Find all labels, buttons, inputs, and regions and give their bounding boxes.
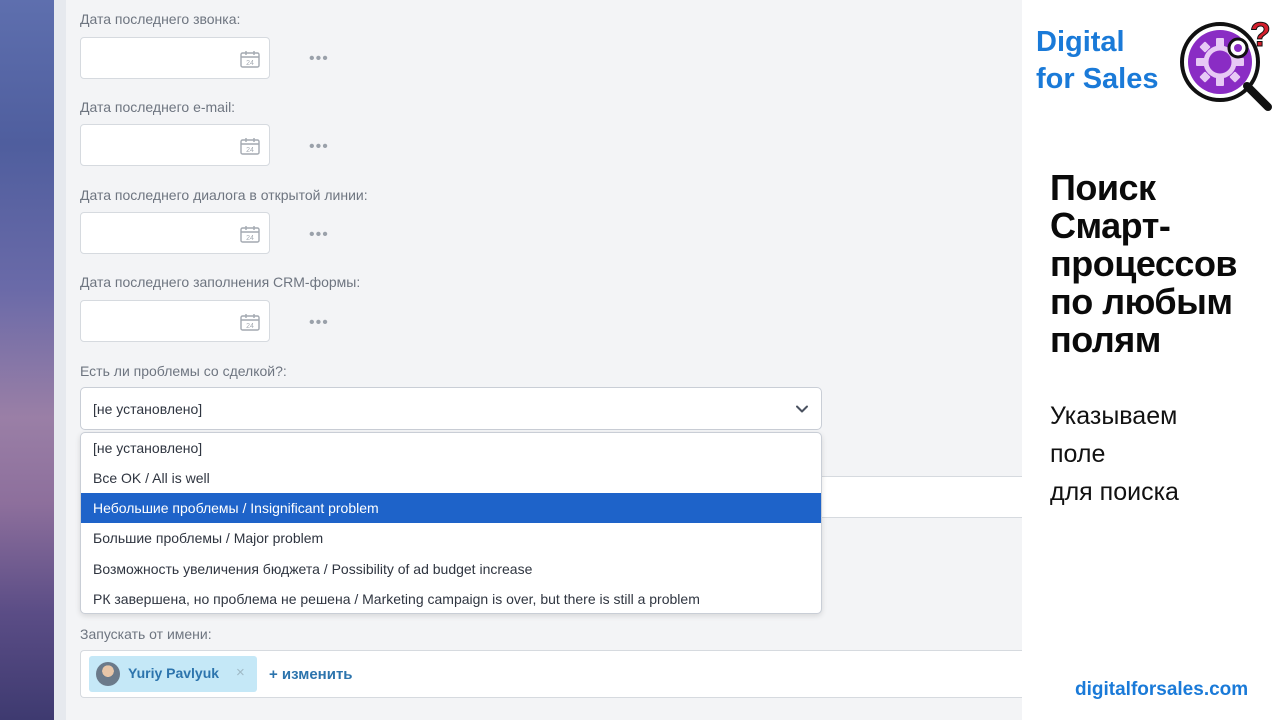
calendar-icon[interactable]: 24 <box>240 313 260 331</box>
last-email-date-input[interactable]: 24 <box>80 124 270 166</box>
promo-title-line: процессов <box>1050 243 1238 284</box>
last-crm-form-date-input[interactable]: 24 <box>80 300 270 342</box>
chevron-down-icon[interactable] <box>795 402 809 416</box>
promo-title-line: Поиск <box>1050 167 1156 208</box>
promo-title-line: полям <box>1050 319 1161 360</box>
last-call-date-label: Дата последнего звонка: <box>80 11 241 27</box>
calendar-icon[interactable]: 24 <box>240 137 260 155</box>
calendar-day-label: 24 <box>246 235 254 242</box>
calendar-icon[interactable]: 24 <box>240 225 260 243</box>
calendar-day-label: 24 <box>246 323 254 330</box>
dropdown-option[interactable]: РК завершена, но проблема не решена / Ma… <box>81 584 821 613</box>
run-as-label: Запускать от имени: <box>80 626 212 642</box>
background-strip <box>0 0 54 720</box>
deal-problem-dropdown: [не установлено] Все OK / All is well Не… <box>80 432 822 614</box>
dropdown-option[interactable]: Все OK / All is well <box>81 463 821 493</box>
user-chip-name: Yuriy Pavlyuk <box>128 665 220 681</box>
last-email-more-icon[interactable]: ••• <box>309 139 329 155</box>
dropdown-option[interactable]: Возможность увеличения бюджета / Possibi… <box>81 554 821 584</box>
last-call-more-icon[interactable]: ••• <box>309 51 329 67</box>
promo-title-line: Смарт- <box>1050 205 1171 246</box>
deal-problem-select[interactable]: [не установлено] <box>80 387 822 430</box>
svg-text:?: ? <box>1250 16 1271 54</box>
calendar-day-label: 24 <box>246 147 254 154</box>
dropdown-option[interactable]: Большие проблемы / Major problem <box>81 523 821 553</box>
change-user-link[interactable]: + изменить <box>269 666 353 683</box>
dropdown-option[interactable]: [не установлено] <box>81 433 821 463</box>
promo-subtitle-line: поле <box>1050 440 1106 468</box>
last-openline-date-label: Дата последнего диалога в открытой линии… <box>80 187 368 203</box>
promo-subtitle: Указываем поле для поиска <box>1050 397 1179 511</box>
background-gutter <box>54 0 66 720</box>
deal-problem-label: Есть ли проблемы со сделкой?: <box>80 363 287 379</box>
promo-subtitle-line: для поиска <box>1050 478 1179 506</box>
last-openline-more-icon[interactable]: ••• <box>309 227 329 243</box>
avatar <box>96 662 120 686</box>
digital-for-sales-logo-icon: ? <box>1180 16 1272 111</box>
brand-name-line1: Digital <box>1036 26 1125 58</box>
last-email-date-label: Дата последнего e-mail: <box>80 99 236 115</box>
website-link[interactable]: digitalforsales.com <box>1075 679 1248 701</box>
calendar-day-label: 24 <box>246 60 254 67</box>
last-call-date-input[interactable]: 24 <box>80 37 270 79</box>
remove-user-icon[interactable]: × <box>236 664 245 681</box>
last-crm-form-date-label: Дата последнего заполнения CRM-формы: <box>80 274 361 290</box>
deal-problem-select-value: [не установлено] <box>93 401 203 417</box>
calendar-icon[interactable]: 24 <box>240 50 260 68</box>
last-crm-form-more-icon[interactable]: ••• <box>309 315 329 331</box>
run-as-user-field[interactable]: Yuriy Pavlyuk × + изменить <box>80 650 1022 698</box>
promo-subtitle-line: Указываем <box>1050 402 1178 430</box>
promo-title-line: по любым <box>1050 281 1233 322</box>
user-chip[interactable]: Yuriy Pavlyuk × <box>89 656 257 692</box>
last-openline-date-input[interactable]: 24 <box>80 212 270 254</box>
brand-name-line2: for Sales <box>1036 63 1159 95</box>
dropdown-option-highlighted[interactable]: Небольшие проблемы / Insignificant probl… <box>81 493 821 523</box>
promo-title: Поиск Смарт- процессов по любым полям <box>1050 169 1278 359</box>
